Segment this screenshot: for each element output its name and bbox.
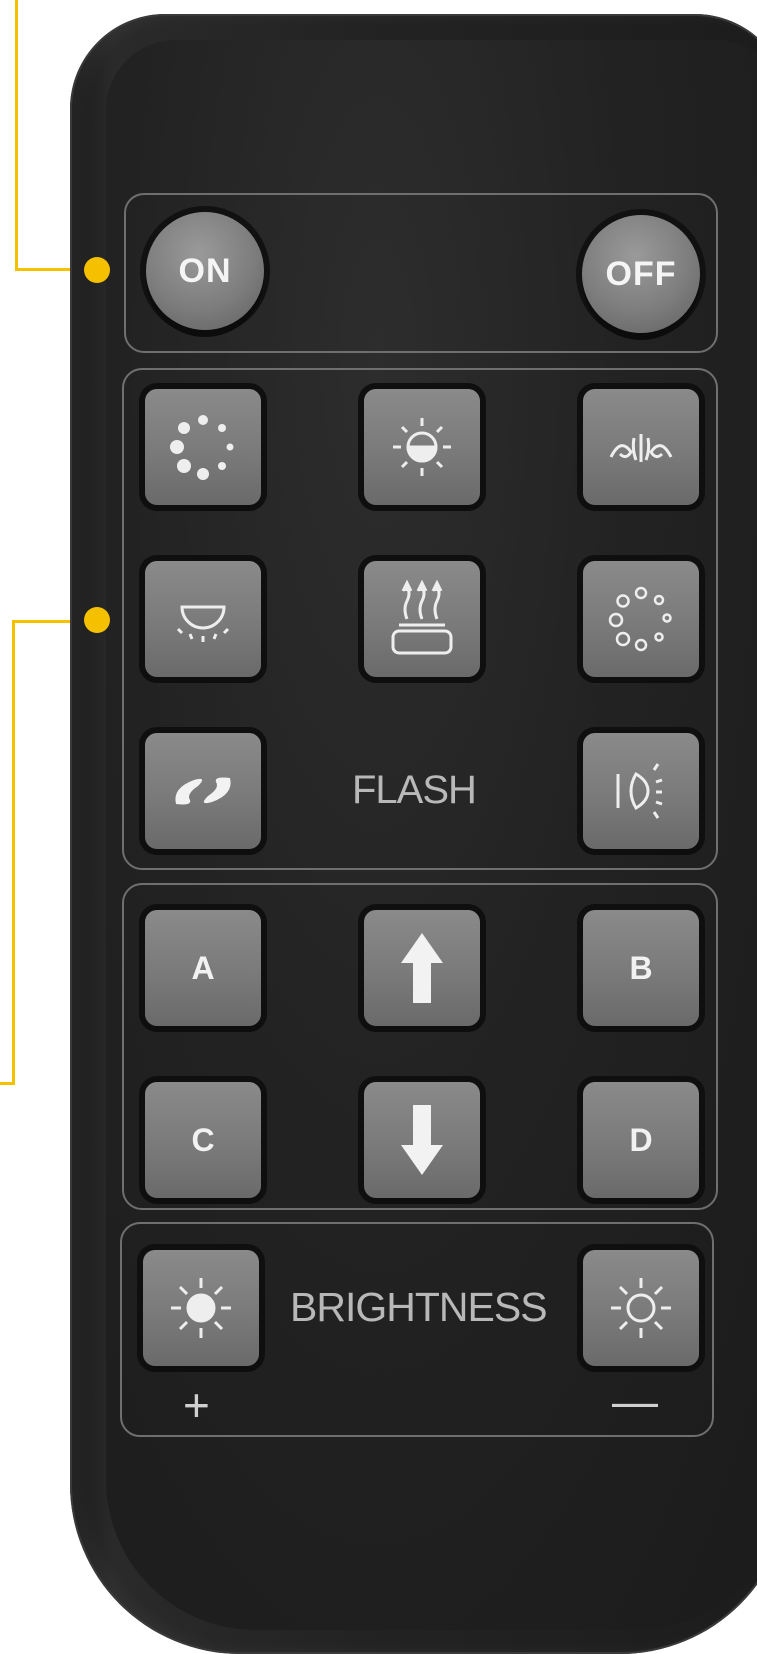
brightness-label: BRIGHTNESS [290, 1284, 548, 1330]
callout-dot-power [84, 257, 110, 283]
splash-icon [606, 422, 676, 472]
mode-1-button[interactable] [145, 389, 261, 505]
arrow-up-icon [399, 931, 445, 1005]
steam-icon [387, 579, 457, 659]
mode-6-button[interactable] [583, 561, 699, 677]
brightness-up-button[interactable] [143, 1250, 259, 1366]
circle-dots-icon [606, 584, 676, 654]
sun-outline-icon [606, 1273, 676, 1343]
mode-7-button[interactable] [145, 733, 261, 849]
off-button[interactable]: OFF [582, 215, 700, 333]
callout-line-bottom-stub [0, 1082, 14, 1085]
d-button[interactable]: D [583, 1082, 699, 1198]
down-button[interactable] [364, 1082, 480, 1198]
mode-3-button[interactable] [583, 389, 699, 505]
c-button[interactable]: C [145, 1082, 261, 1198]
callout-line-mid-vertical [12, 620, 15, 1085]
callout-line-top-vertical [15, 0, 18, 270]
swirl-icon [168, 766, 238, 816]
on-button[interactable]: ON [146, 212, 264, 330]
sun-half-icon [387, 412, 457, 482]
downlight-icon [168, 589, 238, 649]
mode-5-button[interactable] [364, 561, 480, 677]
sun-filled-icon [166, 1273, 236, 1343]
up-button[interactable] [364, 910, 480, 1026]
b-button[interactable]: B [583, 910, 699, 1026]
arrow-down-icon [399, 1103, 445, 1177]
brightness-down-button[interactable] [583, 1250, 699, 1366]
brightness-plus-sign: + [183, 1379, 210, 1431]
mode-8-button[interactable] [583, 733, 699, 849]
a-button[interactable]: A [145, 910, 261, 1026]
flash-label: FLASH [352, 768, 477, 812]
brightness-minus-sign: — [612, 1375, 658, 1427]
callout-dot-modes [84, 607, 110, 633]
headlight-icon [606, 756, 676, 826]
dot-ring-icon [168, 412, 238, 482]
mode-4-button[interactable] [145, 561, 261, 677]
mode-2-button[interactable] [364, 389, 480, 505]
